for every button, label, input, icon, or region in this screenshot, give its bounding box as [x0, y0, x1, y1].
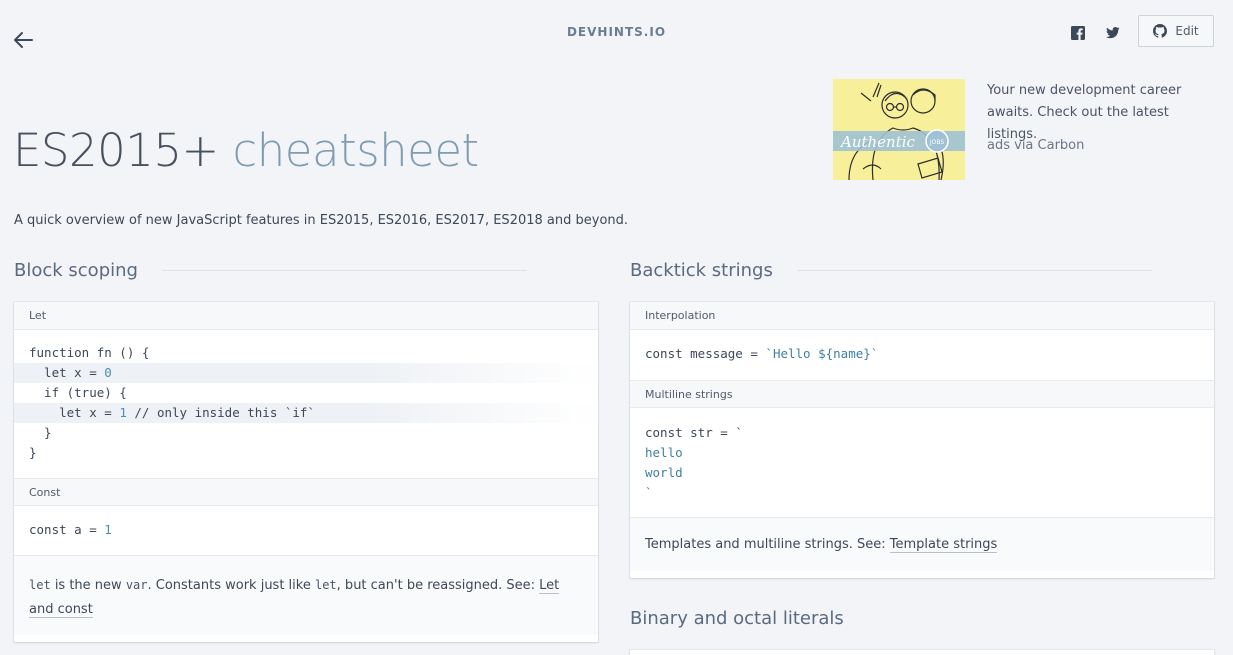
title-sub: cheatsheet	[232, 124, 480, 177]
code-line: world	[645, 465, 683, 480]
note-area: let is the new var. Constants work just …	[14, 555, 598, 635]
template-strings-link[interactable]: Template strings	[889, 537, 998, 553]
subheading-const: Const	[14, 478, 598, 506]
edit-label: Edit	[1175, 24, 1199, 38]
section-heading-block-scoping: Block scoping	[14, 260, 527, 281]
code-line: const str = `	[645, 425, 743, 440]
block-scoping-card: Let function fn () { let x = 0 if (true)…	[14, 302, 598, 642]
code-line: `	[645, 485, 653, 500]
section-title: Backtick strings	[630, 260, 773, 281]
section-heading-backtick-strings: Backtick strings	[630, 260, 1152, 281]
backtick-strings-note: Templates and multiline strings. See: Te…	[645, 537, 998, 553]
code-line: const a = 1	[29, 522, 112, 537]
backtick-strings-card: Interpolation const message = `Hello ${n…	[630, 302, 1214, 578]
twitter-icon[interactable]	[1106, 26, 1120, 40]
code-line: function fn () {	[29, 345, 150, 360]
code-line: }	[29, 425, 52, 440]
code-line: }	[29, 445, 37, 460]
edit-button[interactable]: Edit	[1138, 15, 1214, 47]
code-line: hello	[645, 445, 683, 460]
page-title: ES2015+ cheatsheet	[13, 124, 479, 177]
subheading-multiline: Multiline strings	[630, 380, 1214, 408]
subheading-let: Let	[14, 302, 598, 330]
note-area: Templates and multiline strings. See: Te…	[630, 517, 1214, 571]
binary-octal-card	[630, 650, 1214, 655]
code-line: const message = `Hello ${name}`	[645, 346, 879, 361]
code-line-highlight: let x = 1 // only inside this `if`	[14, 403, 598, 423]
code-block-interpolation: const message = `Hello ${name}`	[630, 330, 1214, 380]
ad-image-badge: JOBS	[929, 139, 945, 146]
ad-text[interactable]: Your new development career awaits. Chec…	[987, 80, 1217, 146]
github-icon	[1153, 24, 1168, 38]
title-main: ES2015+	[13, 124, 219, 177]
section-title: Block scoping	[14, 260, 138, 281]
code-line-highlight: let x = 0	[14, 363, 598, 383]
page-description: A quick overview of new JavaScript featu…	[14, 213, 629, 228]
ad-image[interactable]: Authentic JOBS	[833, 79, 965, 180]
section-heading-binary-octal: Binary and octal literals	[630, 608, 844, 629]
divider	[796, 270, 1152, 271]
site-brand[interactable]: DEVHINTS.IO	[0, 25, 1233, 39]
ad-via-carbon[interactable]: ads via Carbon	[987, 138, 1084, 153]
code-block-let: function fn () { let x = 0 if (true) { l…	[14, 330, 598, 478]
section-title: Binary and octal literals	[630, 608, 844, 629]
code-line: if (true) {	[29, 385, 127, 400]
ad-image-word: Authentic	[839, 133, 916, 151]
divider	[161, 270, 527, 271]
subheading-interpolation: Interpolation	[630, 302, 1214, 330]
facebook-icon[interactable]	[1071, 26, 1085, 40]
block-scoping-note: let is the new var. Constants work just …	[29, 578, 560, 618]
code-block-multiline: const str = ` hello world `	[630, 408, 1214, 517]
code-block-const: const a = 1	[14, 506, 598, 555]
